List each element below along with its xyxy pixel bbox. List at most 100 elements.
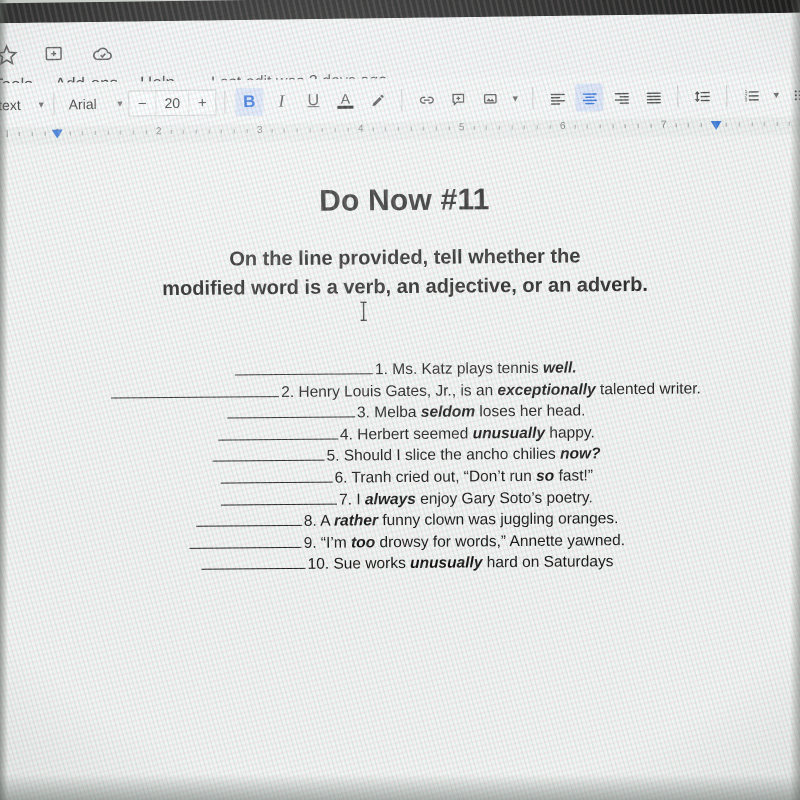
ruler-tick [599,124,601,129]
answer-blank[interactable] [189,533,302,549]
ruler-tick [347,127,349,132]
answer-blank[interactable] [226,403,356,419]
align-left-icon[interactable] [543,84,571,112]
question-text: 10. Sue works unusually hard on Saturday… [307,553,613,576]
answer-blank[interactable] [111,382,280,399]
ruler-tick [687,123,689,128]
ruler-tick [309,128,311,133]
insert-image-icon[interactable] [476,85,504,113]
ruler-tick [675,123,677,128]
question-text: 3. Melba seldom loses her head. [357,402,586,425]
question-number: 7. [339,491,353,509]
line-spacing-icon[interactable] [688,82,716,110]
ruler-tick [612,124,614,129]
paragraph-style-dropdown[interactable]: al text ▼ [0,96,46,114]
ruler-tick [384,127,386,132]
question-text-pre: Ms. Katz plays tennis [387,359,544,379]
ruler-tick [220,129,222,134]
question-text-pre: Tranh cried out, “Don’t run [347,467,537,487]
add-comment-icon[interactable] [444,85,472,113]
ruler-tick [208,129,210,134]
bold-button[interactable]: B [235,87,264,117]
ruler-tick [536,125,538,130]
cloud-saved-icon[interactable] [91,42,115,66]
modified-word: always [364,490,416,508]
ruler-tick [637,123,639,128]
increase-font-size-button[interactable]: + [189,89,215,115]
highlight-pen-icon[interactable] [363,86,391,114]
ruler-tick [624,124,626,129]
decrease-font-size-button[interactable]: − [129,90,155,116]
italic-button[interactable]: I [267,87,295,115]
question-number: 8. [303,513,317,531]
answer-blank[interactable] [217,425,339,441]
font-size-value[interactable]: 20 [155,90,190,116]
modified-word: exceptionally [497,380,596,399]
ruler-tick [788,121,790,126]
question-text-post: funny clown was juggling oranges. [377,510,619,530]
ruler-number: 3 [256,124,263,136]
insert-link-icon[interactable] [412,85,440,113]
svg-text:3: 3 [744,97,747,103]
answer-blank[interactable] [234,360,374,376]
insert-image-dropdown-chevron-down-icon[interactable]: ▼ [508,84,522,112]
quick-action-icons [0,42,115,68]
ruler-tick [473,126,475,131]
font-size-stepper[interactable]: − 20 + [128,89,217,117]
align-right-icon[interactable] [607,83,635,111]
question-number: 9. [303,534,317,552]
text-color-swatch [337,105,354,109]
modified-word: rather [333,512,379,530]
ruler-tick [498,125,500,130]
document-page[interactable]: Do Now #11 On the line provided, tell wh… [0,134,800,800]
modified-word: now? [560,445,601,464]
question-text-post: enjoy Gary Soto’s poetry. [415,488,593,508]
question-text-post: fast!” [554,467,594,485]
document-body[interactable]: Do Now #11 On the line provided, tell wh… [0,136,800,579]
question-number: 2. [281,383,295,401]
answer-blank[interactable] [220,468,333,484]
underline-button[interactable]: U [299,87,327,115]
ruler-tick [700,123,702,128]
ruler-tick [170,130,172,135]
ruler-tick [321,128,323,133]
star-icon[interactable] [0,43,19,67]
ruler-tick [246,129,248,134]
question-text-pre: A [316,512,335,531]
question-text-post: loses her head. [474,402,586,421]
ruler-tick [132,130,134,135]
paragraph-style-label: al text [0,96,21,114]
numbered-list-icon[interactable]: 1 2 3 [737,81,765,109]
chevron-down-icon: ▼ [115,98,125,109]
answer-blank[interactable] [221,490,338,506]
question-number: 5. [326,447,340,466]
answer-blank[interactable] [195,512,302,528]
answer-blank[interactable] [201,555,306,571]
font-family-dropdown[interactable]: Arial ▼ [69,96,125,112]
ruler-number: 2 [155,126,162,138]
numbered-list-chevron-down-icon[interactable]: ▼ [769,81,783,109]
ruler-tick [397,127,399,132]
ruler-tick [296,128,298,133]
ruler-tick [271,128,273,133]
question-list: 1. Ms. Katz plays tennis well. 2. Henry L… [0,356,800,578]
question-number: 10. [307,556,330,574]
text-color-button[interactable]: A [331,87,359,115]
question-text: 6. Tranh cried out, “Don’t run so fast!” [334,466,593,489]
ruler-tick [763,122,765,127]
question-text-pre: Herbert seemed [352,425,473,444]
move-to-folder-icon[interactable] [43,42,67,66]
question-number: 6. [334,469,348,487]
ruler-tick [435,126,437,131]
align-justify-icon[interactable] [639,83,667,111]
align-center-icon[interactable] [575,83,604,112]
toolbar-divider [224,91,226,114]
bulleted-list-icon[interactable] [787,81,800,109]
question-text-post: talented writer. [595,380,701,398]
answer-blank[interactable] [212,447,325,463]
instructions-line-2: modified word is a verb, an adjective, o… [162,273,649,301]
ruler-tick [69,131,71,136]
ruler-tick [233,129,235,134]
photographed-screen: Tools Add-ons Help Last edit was 3 days … [0,0,800,800]
modified-word: so [536,467,555,485]
